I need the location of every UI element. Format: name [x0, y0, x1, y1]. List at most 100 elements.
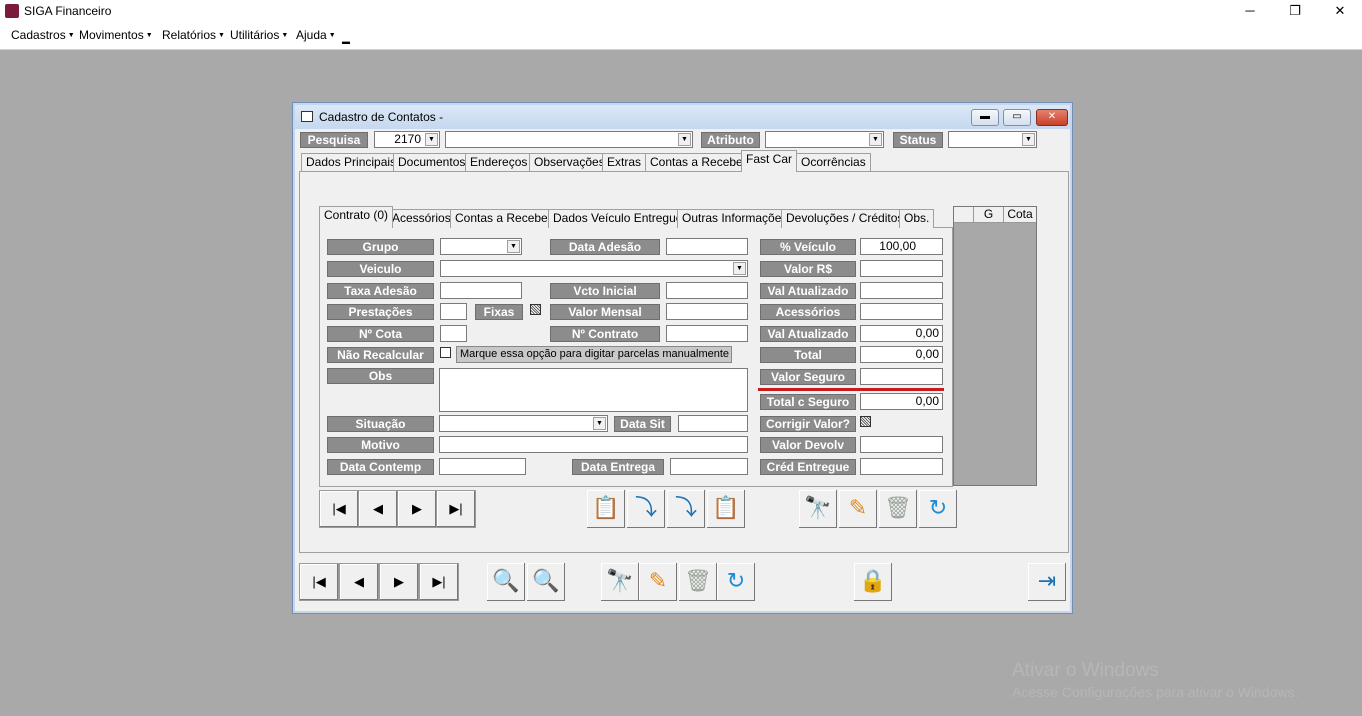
tab-enderecos[interactable]: Endereços: [465, 153, 533, 172]
add-clipboard-2-icon[interactable]: 📋: [707, 490, 745, 528]
vcto-inicial-label: Vcto Inicial: [550, 283, 660, 299]
data-adesao-field[interactable]: [666, 238, 748, 255]
data-contemp-field[interactable]: [439, 458, 526, 475]
nao-recalcular-checkbox[interactable]: [440, 347, 451, 358]
search-advanced-icon[interactable]: 🔍: [527, 563, 565, 601]
chevron-down-icon[interactable]: ▼: [425, 133, 438, 146]
subtab-outras-informacoes[interactable]: Outras Informações: [677, 209, 793, 228]
pesquisa-select[interactable]: 2170 ▼: [374, 131, 440, 148]
tab-fast-car[interactable]: Fast Car: [741, 150, 798, 172]
n-cota-field[interactable]: [440, 325, 467, 342]
total-c-seguro-field[interactable]: 0,00: [860, 393, 943, 410]
chevron-down-icon[interactable]: ▼: [1022, 133, 1035, 146]
close-button[interactable]: ✕: [1317, 0, 1362, 23]
lock-icon[interactable]: 🔒: [854, 563, 892, 601]
valor-mensal-field[interactable]: [666, 303, 748, 320]
prestacoes-label: Prestações: [327, 304, 434, 320]
pencil-2-icon[interactable]: ✎: [639, 563, 677, 601]
chevron-down-icon[interactable]: ▼: [869, 133, 882, 146]
tab-observacoes[interactable]: Observações: [529, 153, 610, 172]
cred-entregue-field[interactable]: [860, 458, 943, 475]
inner-last-button[interactable]: ▶|: [436, 490, 476, 528]
val-atualizado-1-field[interactable]: [860, 282, 943, 299]
data-sit-label: Data Sit: [614, 416, 671, 432]
corrigir-valor-checkbox[interactable]: [860, 416, 871, 427]
subtab-acessorios[interactable]: Acessórios: [387, 209, 456, 228]
cota-grid[interactable]: G Cota: [953, 206, 1037, 486]
exit-icon[interactable]: ⇥: [1028, 563, 1066, 601]
menu-label: Ajuda: [296, 28, 327, 42]
export-arrow-icon[interactable]: ⤵: [667, 490, 705, 528]
binoculars-icon[interactable]: 🔭: [799, 490, 837, 528]
situacao-select[interactable]: ▼: [439, 415, 608, 432]
tab-dados-principais[interactable]: Dados Principais: [301, 153, 402, 172]
inner-next-button[interactable]: ▶: [397, 490, 437, 528]
total-field[interactable]: 0,00: [860, 346, 943, 363]
menu-ajuda[interactable]: Ajuda ▼: [296, 28, 336, 42]
window-close-button[interactable]: ✕: [1036, 109, 1068, 126]
next-record-button[interactable]: ▶: [379, 563, 419, 601]
chevron-down-icon[interactable]: ▼: [733, 262, 746, 275]
subtab-contas-a-receber[interactable]: Contas a Receber: [450, 209, 557, 228]
menu-relatorios[interactable]: Relatórios ▼: [162, 28, 225, 42]
fixas-checkbox[interactable]: [530, 304, 541, 315]
valor-devolv-field[interactable]: [860, 436, 943, 453]
val-atualizado-2-field[interactable]: 0,00: [860, 325, 943, 342]
status-select[interactable]: ▼: [948, 131, 1037, 148]
n-contrato-field[interactable]: [666, 325, 748, 342]
menu-overflow-icon[interactable]: ▬: [342, 37, 350, 46]
first-record-button[interactable]: |◀: [299, 563, 339, 601]
subtab-contrato[interactable]: Contrato (0): [319, 206, 394, 228]
data-entrega-field[interactable]: [670, 458, 748, 475]
subtab-devolucoes-creditos[interactable]: Devoluções / Créditos: [781, 209, 909, 228]
import-arrow-icon[interactable]: ⤵: [627, 490, 665, 528]
inner-prev-button[interactable]: ◀: [358, 490, 398, 528]
menu-movimentos[interactable]: Movimentos ▼: [79, 28, 153, 42]
last-record-button[interactable]: ▶|: [419, 563, 459, 601]
pesquisa-value: 2170: [394, 132, 421, 146]
tab-extras[interactable]: Extras: [602, 153, 647, 172]
menu-cadastros[interactable]: Cadastros ▼: [11, 28, 75, 42]
pesquisa-text-select[interactable]: ▼: [445, 131, 693, 148]
refresh-2-icon[interactable]: ↻: [717, 563, 755, 601]
grid-header-g[interactable]: G: [974, 207, 1004, 223]
obs-textarea[interactable]: [439, 368, 748, 412]
restore-button[interactable]: ❐: [1272, 0, 1318, 23]
search-icon[interactable]: 🔍: [487, 563, 525, 601]
obs-label: Obs: [327, 368, 434, 384]
grid-header-cota[interactable]: Cota: [1004, 207, 1036, 223]
veiculo-select[interactable]: ▼: [440, 260, 748, 277]
chevron-down-icon[interactable]: ▼: [593, 417, 606, 430]
acessorios-field[interactable]: [860, 303, 943, 320]
minimize-button[interactable]: ─: [1227, 0, 1273, 23]
window-minimize-button[interactable]: ▬: [971, 109, 999, 126]
vcto-inicial-field[interactable]: [666, 282, 748, 299]
trash-icon[interactable]: 🗑: [879, 490, 917, 528]
pct-veiculo-field[interactable]: 100,00: [860, 238, 943, 255]
app-logo-icon: [5, 4, 19, 18]
grupo-select[interactable]: ▼: [440, 238, 522, 255]
chevron-down-icon[interactable]: ▼: [507, 240, 520, 253]
tab-ocorrencias[interactable]: Ocorrências: [796, 153, 871, 172]
valor-seguro-field[interactable]: [860, 368, 943, 385]
subtab-obs[interactable]: Obs.: [899, 209, 935, 228]
taxa-adesao-field[interactable]: [440, 282, 522, 299]
atributo-select[interactable]: ▼: [765, 131, 884, 148]
valor-rs-field[interactable]: [860, 260, 943, 277]
chevron-down-icon[interactable]: ▼: [678, 133, 691, 146]
prev-record-button[interactable]: ◀: [339, 563, 379, 601]
window-restore-button[interactable]: ▭: [1003, 109, 1031, 126]
tab-contas-a-receber[interactable]: Contas a Receber: [645, 153, 752, 172]
trash-2-icon[interactable]: 🗑: [679, 563, 717, 601]
tab-documentos[interactable]: Documentos: [393, 153, 471, 172]
subtab-dados-veiculo-entregue[interactable]: Dados Veículo Entregue: [548, 209, 688, 228]
binoculars-2-icon[interactable]: 🔭: [601, 563, 639, 601]
pencil-icon[interactable]: ✎: [839, 490, 877, 528]
data-sit-field[interactable]: [678, 415, 748, 432]
add-clipboard-icon[interactable]: 📋: [587, 490, 625, 528]
inner-first-button[interactable]: |◀: [319, 490, 359, 528]
motivo-field[interactable]: [439, 436, 748, 453]
refresh-icon[interactable]: ↻: [919, 490, 957, 528]
menu-utilitarios[interactable]: Utilitários ▼: [230, 28, 288, 42]
prestacoes-field[interactable]: [440, 303, 467, 320]
